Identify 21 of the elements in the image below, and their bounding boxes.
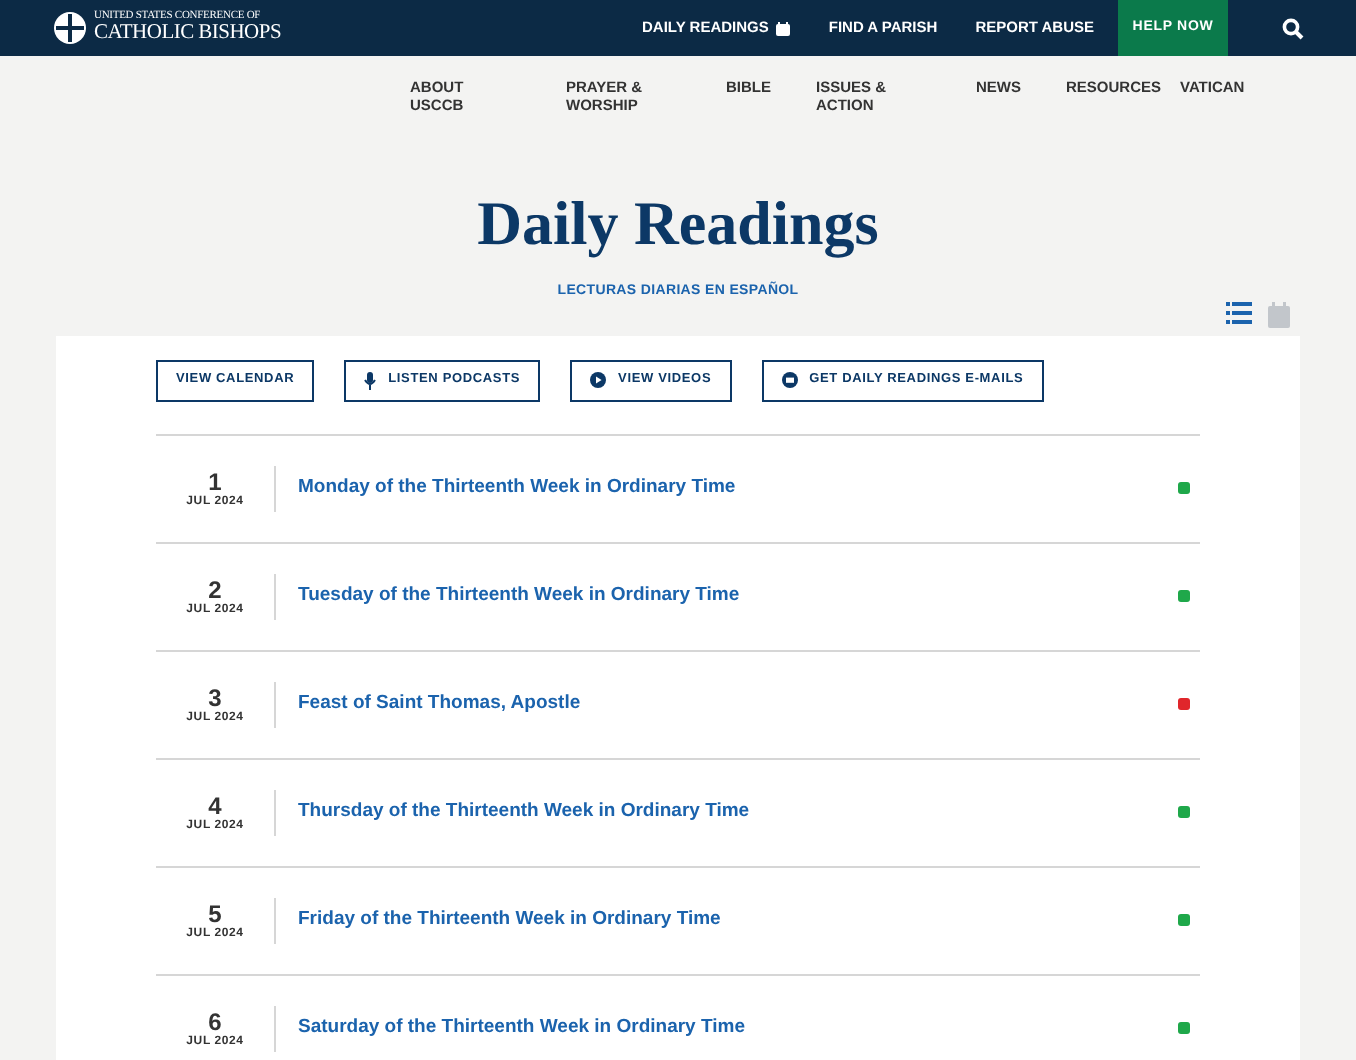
day-number: 3 <box>208 685 222 709</box>
play-icon <box>590 372 607 388</box>
reading-link[interactable]: Tuesday of the Thirteenth Week in Ordinary Time <box>298 581 740 611</box>
reading-link[interactable]: Feast of Saint Thomas, Apostle <box>298 689 581 719</box>
list-view-icon[interactable] <box>1226 301 1252 323</box>
reading-link[interactable]: Saturday of the Thirteenth Week in Ordinary Time <box>298 1013 745 1043</box>
logo-cross-icon <box>54 12 86 44</box>
reading-link[interactable]: Thursday of the Thirteenth Week in Ordinary Time <box>298 797 750 827</box>
calendar-icon <box>776 21 791 35</box>
mail-icon <box>781 372 798 388</box>
day-number: 2 <box>208 577 222 601</box>
day-number: 6 <box>208 1009 222 1033</box>
reading-link[interactable]: Friday of the Thirteenth Week in Ordinary Time <box>298 905 721 935</box>
search-icon[interactable] <box>1281 17 1303 39</box>
day-number: 1 <box>208 469 222 493</box>
day-number: 5 <box>208 901 222 925</box>
microphone-icon <box>364 371 377 389</box>
page-title: Daily Readings <box>477 192 879 254</box>
day-number: 4 <box>208 793 222 817</box>
logo-title: CATHOLIC BISHOPS <box>94 23 282 44</box>
reading-link[interactable]: Monday of the Thirteenth Week in Ordinary Time <box>298 473 736 503</box>
